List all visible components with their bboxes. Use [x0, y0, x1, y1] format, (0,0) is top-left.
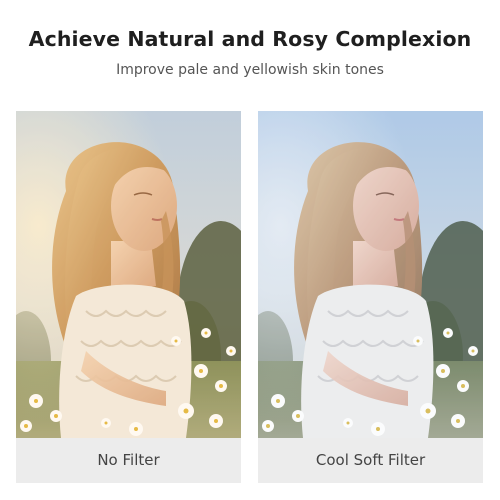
- product-comparison-banner: Achieve Natural and Rosy Complexion Impr…: [0, 0, 500, 500]
- caption-cool-soft-filter: Cool Soft Filter: [258, 438, 483, 483]
- subheadline: Improve pale and yellowish skin tones: [116, 62, 384, 78]
- headline: Achieve Natural and Rosy Complexion: [28, 27, 472, 51]
- caption-no-filter: No Filter: [16, 438, 241, 483]
- portrait-photo-no-filter: [16, 111, 241, 438]
- comparison-card-no-filter: No Filter: [16, 111, 241, 483]
- portrait-photo-cool-soft-filter: [258, 111, 483, 438]
- comparison-card-cool-soft-filter: Cool Soft Filter: [258, 111, 483, 483]
